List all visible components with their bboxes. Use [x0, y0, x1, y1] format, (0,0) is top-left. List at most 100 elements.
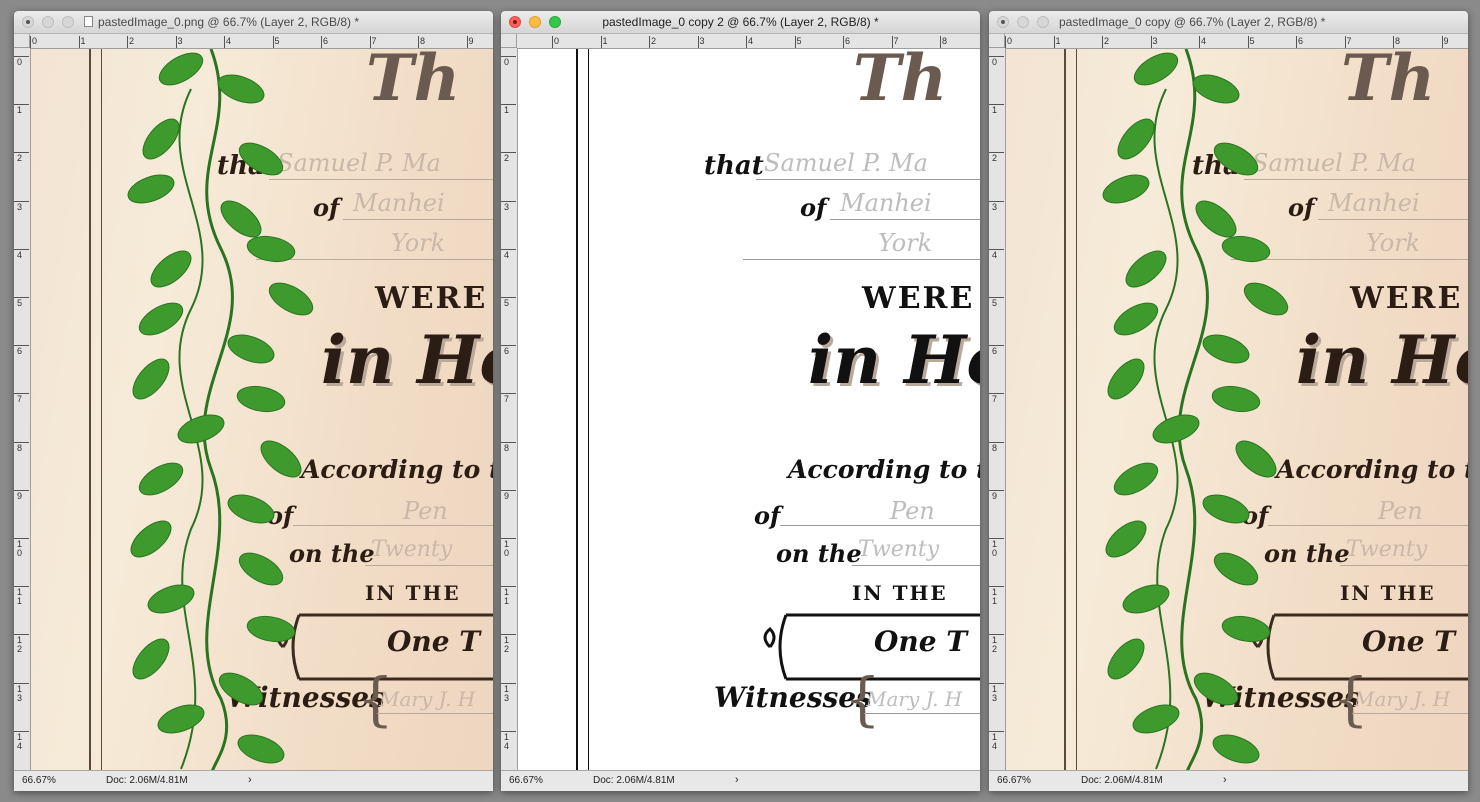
document-proxy-icon[interactable] [84, 16, 93, 27]
ruler-tick-label: 14 [501, 730, 516, 751]
were-label: WERE [862, 281, 975, 316]
ruler-tick-label: 3 [1150, 36, 1158, 48]
one-t-label: One T [874, 625, 968, 658]
ruler-tick-label: 9 [989, 489, 1004, 501]
ruler-tick-label: 0 [29, 36, 38, 48]
ruler-tick-label: 2 [989, 152, 1004, 163]
handwritten-name: Samuel P. Ma [764, 149, 928, 177]
ruler-tick-label: 7 [14, 393, 29, 404]
of-label-2: of [754, 501, 781, 530]
handwritten-state: Pen [403, 497, 448, 525]
ruler-origin[interactable] [501, 34, 517, 48]
zoom-button[interactable] [62, 16, 74, 28]
certificate-content: Th thatSamuel P. Ma of Manhei York WERE in Hol… [518, 49, 980, 771]
horizontal-ruler[interactable]: 0123456789 [1004, 34, 1468, 49]
status-menu-arrow-icon[interactable]: › [735, 774, 739, 786]
window-title-text: pastedImage_0 copy 2 @ 66.7% (Layer 2, R… [602, 15, 879, 29]
ruler-tick-label: 5 [14, 297, 29, 308]
ivy-vine-illustration [1102, 49, 1289, 771]
window-titlebar[interactable]: pastedImage_0.png @ 66.7% (Layer 2, RGB/… [14, 11, 493, 34]
ruler-origin[interactable] [14, 34, 30, 48]
zoom-button[interactable] [1037, 16, 1049, 28]
minimize-button[interactable] [42, 16, 54, 28]
close-button[interactable] [509, 16, 521, 28]
ruler-tick-label: 9 [14, 489, 29, 501]
ruler-tick-label: 1 [989, 104, 1004, 115]
close-button[interactable] [997, 16, 1009, 28]
ivy-vine-illustration [127, 49, 314, 771]
ruler-tick-label: 5 [501, 297, 516, 308]
handwritten-state: Pen [1378, 497, 1423, 525]
ruler-tick-label: 4 [223, 36, 232, 48]
ruler-tick-label: 6 [1295, 36, 1304, 48]
zoom-level[interactable]: 66.67% [509, 775, 543, 786]
document-window-2[interactable]: pastedImage_0 copy 2 @ 66.7% (Layer 2, R… [501, 11, 980, 791]
document-canvas[interactable]: ThthatSamuel P. MaofManheiYorkWEREin Hol… [1006, 49, 1468, 771]
ruler-tick-label: 3 [175, 36, 183, 48]
border-rule [588, 49, 589, 771]
ruler-tick-label: 4 [989, 248, 1004, 260]
ruler-tick-label: 0 [1004, 36, 1013, 48]
ruler-tick-label: 3 [697, 36, 705, 48]
horizontal-ruler[interactable]: 0123456789 [29, 34, 493, 49]
one-t-label: One T [387, 625, 481, 658]
in-the-label: IN THE [852, 581, 948, 605]
fill-line [864, 713, 980, 714]
ruler-tick-label: 2 [14, 152, 29, 163]
vertical-ruler[interactable]: 0 1 2 3 4 5 6 7 8 9 10 11 12 13 14 [989, 48, 1006, 771]
ruler-tick-label: 9 [1441, 36, 1449, 48]
document-canvas[interactable]: ThthatSamuel P. MaofManheiYorkWEREin Hol… [31, 49, 493, 771]
window-titlebar[interactable]: pastedImage_0 copy @ 66.7% (Layer 2, RGB… [989, 11, 1468, 34]
window-title-text: pastedImage_0.png @ 66.7% (Layer 2, RGB/… [98, 15, 359, 29]
in-holy-label: in Hol [808, 321, 980, 399]
zoom-level[interactable]: 66.67% [22, 775, 56, 786]
document-size: Doc: 2.06M/4.81M [1081, 775, 1163, 786]
handwritten-county: York [1366, 229, 1421, 257]
vertical-ruler[interactable]: 0 1 2 3 4 5 6 7 8 9 10 11 12 13 14 [14, 48, 31, 771]
ruler-tick-label: 4 [14, 248, 29, 260]
vertical-ruler[interactable]: 0 1 2 3 4 5 6 7 8 9 10 11 12 13 14 [501, 48, 518, 771]
certificate-heading: Th [853, 49, 948, 116]
fill-line [852, 565, 980, 566]
document-canvas[interactable]: ThthatSamuel P. MaofManheiYorkWEREin Hol… [518, 49, 980, 771]
status-bar: 66.67% Doc: 2.06M/4.81M › [989, 770, 1468, 791]
window-titlebar[interactable]: pastedImage_0 copy 2 @ 66.7% (Layer 2, R… [501, 11, 980, 34]
ruler-tick-label: 8 [14, 441, 29, 453]
window-title-text: pastedImage_0 copy @ 66.7% (Layer 2, RGB… [1059, 15, 1326, 29]
status-menu-arrow-icon[interactable]: › [1223, 774, 1227, 786]
ruler-tick-label: 0 [551, 36, 560, 48]
ruler-tick-label: 10 [989, 538, 1004, 558]
ruler-tick-label: 0 [14, 56, 29, 67]
minimize-button[interactable] [1017, 16, 1029, 28]
ruler-tick-label: 8 [501, 441, 516, 453]
close-button[interactable] [22, 16, 34, 28]
ruler-tick-label: 8 [939, 36, 948, 48]
document-window-1[interactable]: pastedImage_0.png @ 66.7% (Layer 2, RGB/… [14, 11, 493, 791]
ruler-tick-label: 2 [648, 36, 657, 48]
ruler-tick-label: 0 [989, 56, 1004, 67]
fill-line [780, 525, 980, 526]
certificate-image: ThthatSamuel P. MaofManheiYorkWEREin Hol… [1006, 49, 1468, 771]
handwritten-county: York [391, 229, 446, 257]
status-menu-arrow-icon[interactable]: › [248, 774, 252, 786]
ruler-tick-label: 6 [14, 345, 29, 356]
ruler-tick-label: 4 [745, 36, 754, 48]
zoom-level[interactable]: 66.67% [997, 775, 1031, 786]
horizontal-ruler[interactable]: 0123456789 [517, 34, 980, 49]
handwritten-witness: Mary J. H [1354, 687, 1451, 711]
ruler-origin[interactable] [989, 34, 1005, 48]
ruler-tick-label: 12 [14, 634, 29, 654]
window-title: pastedImage_0 copy 2 @ 66.7% (Layer 2, R… [561, 15, 920, 29]
ruler-tick-label: 13 [501, 682, 516, 703]
zoom-button[interactable] [549, 16, 561, 28]
were-label: WERE [375, 281, 488, 316]
handwritten-state: Pen [890, 497, 935, 525]
ruler-tick-label: 7 [501, 393, 516, 404]
minimize-button[interactable] [529, 16, 541, 28]
ruler-tick-label: 2 [1101, 36, 1110, 48]
fill-line [743, 259, 980, 260]
ruler-tick-label: 4 [1198, 36, 1207, 48]
ruler-tick-label: 2 [126, 36, 135, 48]
document-window-3[interactable]: pastedImage_0 copy @ 66.7% (Layer 2, RGB… [989, 11, 1468, 791]
ruler-tick-label: 2 [501, 152, 516, 163]
